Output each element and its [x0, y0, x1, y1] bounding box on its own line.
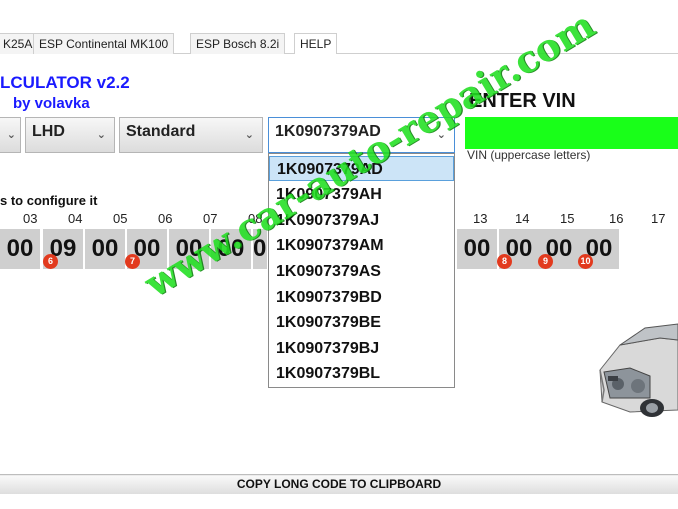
bit-badge: 10 — [578, 254, 593, 269]
byte-number: 07 — [203, 211, 218, 226]
byte-number: 14 — [515, 211, 530, 226]
dropdown-option[interactable]: 1K0907379AM — [269, 233, 454, 258]
dropdown-option[interactable]: 1K0907379BL — [269, 361, 454, 386]
drive-side-select[interactable]: LHD ⌄ — [25, 117, 115, 153]
dropdown-option[interactable]: 1K0907379BE — [269, 310, 454, 335]
chevron-down-icon: ⌄ — [244, 129, 254, 141]
bit-badge: 7 — [125, 254, 140, 269]
dropdown-option[interactable]: 1K0907379AJ — [269, 208, 454, 233]
vin-hint: VIN (uppercase letters) — [467, 148, 591, 162]
drive-side-value: LHD — [32, 123, 65, 140]
byte-cell[interactable]: 00 — [85, 229, 125, 269]
part-number-dropdown: 1K0907379AD 1K0907379AH 1K0907379AJ 1K09… — [268, 153, 455, 388]
byte-number: 05 — [113, 211, 128, 226]
bit-badge: 6 — [43, 254, 58, 269]
byte-number: 17 — [651, 211, 666, 226]
part-number-select[interactable]: 1K0907379AD ⌄ — [268, 117, 455, 153]
vin-input[interactable] — [465, 117, 678, 149]
byte-cell[interactable]: 00 — [0, 229, 40, 269]
variant-select[interactable]: Standard ⌄ — [119, 117, 263, 153]
chevron-down-icon: ⌄ — [436, 129, 446, 141]
configure-instruction: s to configure it — [0, 193, 98, 208]
dropdown-option[interactable]: 1K0907379AH — [269, 182, 454, 207]
byte-cell[interactable]: 00 — [457, 229, 497, 269]
byte-number: 03 — [23, 211, 38, 226]
tab-bar: K25A ESP Continental MK100 ESP Bosch 8.2… — [0, 0, 678, 54]
chevron-down-icon: ⌄ — [96, 129, 106, 141]
copy-long-code-button[interactable]: COPY LONG CODE TO CLIPBOARD — [0, 476, 678, 494]
car-image — [599, 323, 678, 417]
bit-badge: 8 — [497, 254, 512, 269]
dropdown-option[interactable]: 1K0907379BD — [269, 285, 454, 310]
vin-heading: ENTER VIN — [469, 90, 576, 112]
byte-number: 08 — [248, 211, 263, 226]
variant-value: Standard — [126, 123, 196, 140]
app-title: LCULATOR v2.2 — [0, 73, 130, 92]
byte-cell[interactable]: 00 — [211, 229, 251, 269]
tab-esp-bosch[interactable]: ESP Bosch 8.2i — [190, 33, 286, 54]
byte-cell[interactable]: 0 — [253, 229, 267, 269]
byte-cell[interactable]: 00 — [169, 229, 209, 269]
dropdown-option[interactable]: 1K0907379AD — [269, 156, 454, 181]
tab-help[interactable]: HELP — [294, 33, 338, 54]
chevron-down-icon: ⌄ — [6, 129, 16, 141]
first-select[interactable]: ⌄ — [0, 117, 21, 153]
app-author: by volavka — [13, 95, 90, 112]
bit-badge: 9 — [538, 254, 553, 269]
byte-number: 04 — [68, 211, 83, 226]
tab-esp-continental[interactable]: ESP Continental MK100 — [33, 33, 175, 54]
byte-number: 16 — [609, 211, 624, 226]
dropdown-option[interactable]: 1K0907379AS — [269, 259, 454, 284]
byte-number: 15 — [560, 211, 575, 226]
part-number-value: 1K0907379AD — [275, 123, 381, 140]
dropdown-option[interactable]: 1K0907379BJ — [269, 336, 454, 361]
byte-number: 06 — [158, 211, 173, 226]
byte-number: 13 — [473, 211, 488, 226]
